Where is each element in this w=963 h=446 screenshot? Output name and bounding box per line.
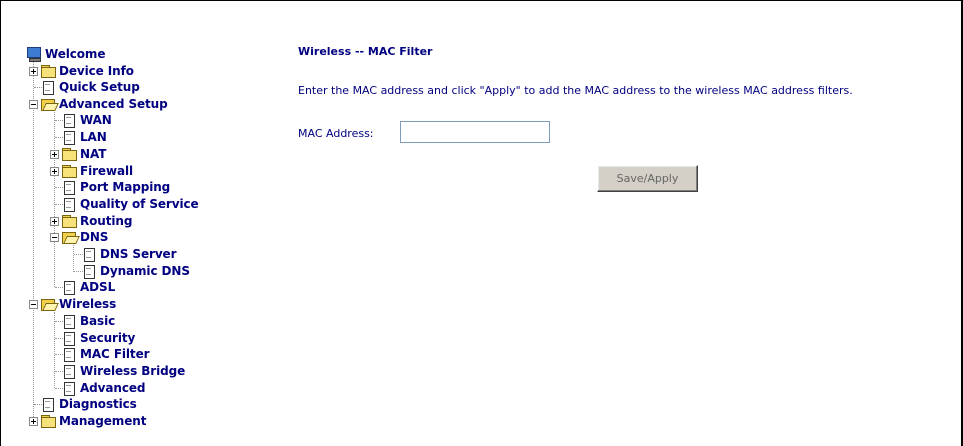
document-icon — [61, 347, 77, 362]
expand-icon[interactable] — [50, 217, 59, 226]
nav-label: WAN — [80, 113, 112, 127]
nav-item-dns-server[interactable]: DNS Server — [81, 246, 177, 262]
nav-item-basic[interactable]: Basic — [61, 313, 115, 329]
nav-item-port-mapping[interactable]: Port Mapping — [61, 179, 170, 195]
nav-item-mac-filter[interactable]: MAC Filter — [61, 346, 150, 362]
nav-label: Dynamic DNS — [100, 264, 190, 278]
nav-label: Advanced Setup — [59, 97, 168, 111]
nav-item-quality-of-service[interactable]: Quality of Service — [61, 196, 199, 212]
document-icon — [61, 364, 77, 379]
document-icon — [61, 113, 77, 128]
expand-icon[interactable] — [50, 167, 59, 176]
nav-item-wireless-bridge[interactable]: Wireless Bridge — [61, 363, 185, 379]
expand-icon[interactable] — [50, 150, 59, 159]
nav-item-quick-setup[interactable]: Quick Setup — [40, 79, 140, 95]
document-icon — [61, 331, 77, 346]
nav-item-wan[interactable]: WAN — [61, 112, 112, 128]
save-apply-button[interactable]: Save/Apply — [597, 165, 698, 192]
document-icon — [61, 197, 77, 212]
tree-line — [73, 245, 74, 272]
nav-item-advanced[interactable]: Advanced — [61, 380, 145, 396]
nav-item-diagnostics[interactable]: Diagnostics — [40, 396, 137, 412]
nav-label: MAC Filter — [80, 347, 150, 361]
tree-line — [54, 112, 55, 287]
nav-label: Security — [80, 331, 136, 345]
nav-item-management[interactable]: Management — [40, 413, 146, 429]
collapse-icon[interactable] — [29, 300, 38, 309]
nav-item-firewall[interactable]: Firewall — [61, 163, 133, 179]
nav-item-dns[interactable]: DNS — [61, 229, 108, 245]
folder-open-icon — [61, 230, 77, 245]
nav-label: Routing — [80, 214, 133, 228]
nav-label: DNS Server — [100, 247, 177, 261]
nav-label: Management — [59, 414, 147, 428]
tree-line — [33, 62, 34, 421]
nav-label: Quality of Service — [80, 197, 199, 211]
page-title: Wireless -- MAC Filter — [298, 45, 433, 58]
folder-open-icon — [40, 297, 56, 312]
nav-label: LAN — [80, 130, 107, 144]
monitor-icon — [26, 46, 42, 62]
collapse-icon[interactable] — [50, 233, 59, 242]
document-icon — [61, 180, 77, 195]
nav-label: Firewall — [80, 164, 133, 178]
nav-label: Basic — [80, 314, 116, 328]
document-icon — [61, 314, 77, 329]
folder-open-icon — [40, 97, 56, 112]
nav-label: NAT — [80, 147, 107, 161]
document-icon — [81, 247, 97, 262]
nav-label: Device Info — [59, 64, 134, 78]
nav-item-wireless[interactable]: Wireless — [40, 296, 116, 312]
collapse-icon[interactable] — [29, 100, 38, 109]
nav-item-dynamic-dns[interactable]: Dynamic DNS — [81, 263, 190, 279]
nav-label: Quick Setup — [59, 80, 140, 94]
mac-address-label: MAC Address: — [298, 127, 374, 140]
document-icon — [61, 280, 77, 295]
nav-item-security[interactable]: Security — [61, 330, 135, 346]
document-icon — [61, 130, 77, 145]
nav-label: Wireless — [59, 297, 117, 311]
nav-item-nat[interactable]: NAT — [61, 146, 106, 162]
folder-icon — [61, 147, 77, 162]
nav-item-routing[interactable]: Routing — [61, 213, 132, 229]
nav-label: Port Mapping — [80, 180, 171, 194]
nav-item-lan[interactable]: LAN — [61, 129, 107, 145]
nav-item-advanced-setup[interactable]: Advanced Setup — [40, 96, 168, 112]
folder-icon — [61, 164, 77, 179]
nav-label: ADSL — [80, 280, 116, 294]
nav-item-adsl[interactable]: ADSL — [61, 279, 115, 295]
document-icon — [61, 381, 77, 396]
document-icon — [81, 264, 97, 279]
nav-label: Diagnostics — [59, 397, 137, 411]
folder-icon — [40, 64, 56, 79]
nav-label: DNS — [80, 230, 109, 244]
nav-item-welcome[interactable]: Welcome — [26, 46, 105, 62]
document-icon — [40, 80, 56, 95]
expand-icon[interactable] — [29, 417, 38, 426]
nav-item-device-info[interactable]: Device Info — [40, 63, 134, 79]
nav-label: Wireless Bridge — [80, 364, 186, 378]
instructions-text: Enter the MAC address and click "Apply" … — [298, 84, 853, 97]
folder-icon — [40, 414, 56, 429]
folder-icon — [61, 214, 77, 229]
document-icon — [40, 397, 56, 412]
tree-line — [54, 312, 55, 388]
nav-label: Welcome — [45, 47, 106, 61]
nav-label: Advanced — [80, 381, 146, 395]
expand-icon[interactable] — [29, 67, 38, 76]
mac-address-input[interactable] — [400, 121, 550, 143]
